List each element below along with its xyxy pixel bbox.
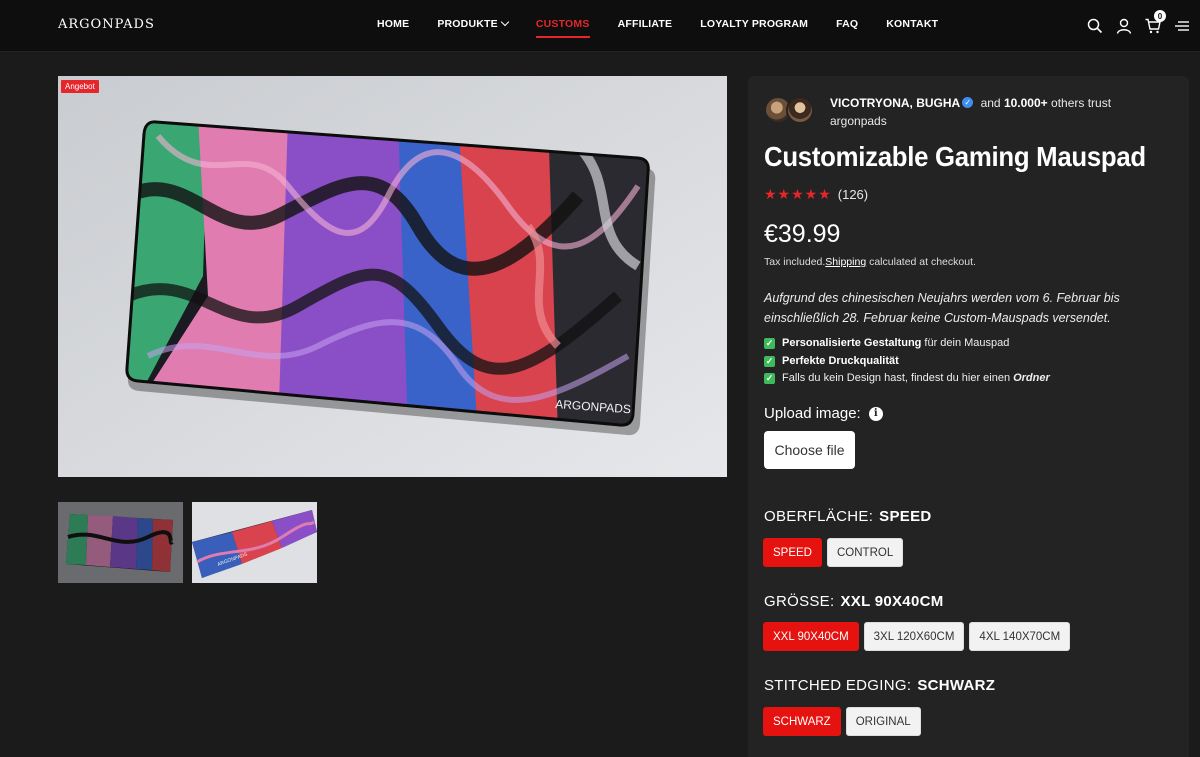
edging-selected-value: SCHWARZ — [917, 677, 996, 694]
option-control[interactable]: CONTROL — [827, 538, 904, 567]
shipping-notice: Aufgrund des chinesischen Neujahrs werde… — [764, 291, 1120, 325]
feature-text: Falls du kein Design hast, findest du hi… — [782, 372, 1011, 384]
nav-affiliate-label: AFFILIATE — [617, 18, 673, 30]
nav-customs-label: CUSTOMS — [535, 18, 590, 30]
nav-produkte[interactable]: PRODUKTE — [437, 17, 510, 30]
trust-block: VICOTRYONA, BUGHA ✓ and 10.000+ others tr… — [764, 94, 1164, 130]
product-main-image[interactable]: ARGONPADS — [58, 76, 727, 477]
option-original[interactable]: ORIGINAL — [845, 707, 921, 736]
ordner-link[interactable]: Ordner — [1013, 370, 1050, 388]
option-3xl[interactable]: 3XL 120X60CM — [863, 622, 965, 651]
product-title: Customizable Gaming Mauspad — [764, 141, 1146, 172]
option-schwarz[interactable]: SCHWARZ — [763, 707, 841, 736]
edging-option-label: STITCHED EDGING: SCHWARZ — [764, 677, 995, 694]
option-xxl[interactable]: XXL 90X40CM — [763, 622, 859, 651]
thumbnail-1[interactable] — [58, 502, 183, 583]
review-count: (126) — [837, 187, 869, 202]
info-icon[interactable]: i — [868, 406, 883, 421]
cart-icon[interactable]: 0 — [1145, 10, 1166, 34]
thumbnail-2[interactable]: ARGONPADS — [192, 502, 317, 583]
cart-count-badge: 0 — [1154, 10, 1166, 22]
tax-suffix: calculated at checkout. — [869, 256, 976, 268]
edging-label-text: STITCHED EDGING: — [764, 677, 912, 694]
surface-option-label: OBERFLÄCHE: SPEED — [764, 508, 932, 525]
trust-names: VICOTRYONA, BUGHA — [830, 96, 961, 110]
chevron-down-icon — [500, 17, 510, 27]
feature-text: für dein Mauspad — [924, 337, 1010, 349]
feature-item: ✓ Perfekte Druckqualität — [764, 353, 1050, 371]
nav-customs[interactable]: CUSTOMS — [535, 18, 590, 38]
feature-item: ✓ Personalisierte Gestaltung für dein Ma… — [764, 335, 1050, 353]
account-icon[interactable] — [1116, 18, 1132, 34]
sale-badge: Angebot — [61, 80, 99, 93]
feature-bold: Perfekte Druckqualität — [782, 354, 899, 367]
surface-label-text: OBERFLÄCHE: — [764, 508, 874, 525]
tax-note: Tax included.Shipping calculated at chec… — [764, 256, 976, 268]
site-header: ARGONPADS HOME PRODUKTE CUSTOMS AFFILIAT… — [0, 0, 1200, 52]
nav-affiliate[interactable]: AFFILIATE — [618, 18, 673, 30]
star-rating-icon: ★★★★★ — [764, 186, 832, 202]
nav-kontakt[interactable]: KONTAKT — [886, 18, 938, 30]
surface-options: SPEED CONTROL — [763, 538, 904, 567]
size-option-label: GRÖSSE: XXL 90X40CM — [764, 593, 944, 610]
size-label-text: GRÖSSE: — [764, 593, 835, 610]
header-icons: 0 — [1087, 10, 1190, 34]
brand-logo[interactable]: ARGONPADS — [58, 17, 155, 32]
verified-check-icon: ✓ — [962, 97, 974, 109]
size-options: XXL 90X40CM 3XL 120X60CM 4XL 140X70CM — [763, 622, 1071, 651]
nav-produkte-label: PRODUKTE — [437, 18, 498, 30]
checkmark-icon: ✓ — [764, 338, 775, 350]
nav-home-label: HOME — [377, 18, 410, 30]
trust-and: and — [980, 96, 1001, 110]
nav-home[interactable]: HOME — [377, 18, 409, 30]
edging-options: SCHWARZ ORIGINAL — [763, 707, 921, 736]
feature-item: ✓ Falls du kein Design hast, findest du … — [764, 370, 1050, 388]
menu-icon[interactable] — [1174, 18, 1190, 34]
upload-image-label: Upload image: i — [764, 405, 883, 422]
tax-prefix: Tax included. — [764, 256, 826, 268]
nav-faq[interactable]: FAQ — [836, 18, 858, 30]
avatar — [786, 96, 814, 124]
size-selected-value: XXL 90X40CM — [840, 593, 944, 610]
nav-loyalty-label: LOYALTY PROGRAM — [700, 18, 809, 30]
nav-faq-label: FAQ — [836, 18, 859, 30]
main-nav: HOME PRODUKTE CUSTOMS AFFILIATE LOYALTY … — [377, 17, 938, 38]
choose-file-button[interactable]: Choose file — [764, 431, 855, 469]
trust-count: 10.000+ — [1003, 96, 1048, 110]
avatar-group — [764, 94, 824, 126]
checkmark-icon: ✓ — [764, 355, 775, 367]
search-icon[interactable] — [1087, 18, 1103, 34]
trust-text: VICOTRYONA, BUGHA ✓ and 10.000+ others tr… — [830, 94, 1150, 130]
product-price: €39.99 — [764, 220, 841, 248]
product-rating[interactable]: ★★★★★ (126) — [764, 186, 868, 203]
nav-loyalty-program[interactable]: LOYALTY PROGRAM — [700, 18, 808, 30]
option-speed[interactable]: SPEED — [763, 538, 822, 567]
checkmark-icon: ✓ — [764, 373, 775, 385]
option-4xl[interactable]: 4XL 140X70CM — [969, 622, 1071, 651]
surface-selected-value: SPEED — [879, 508, 932, 525]
nav-kontakt-label: KONTAKT — [886, 18, 939, 30]
upload-label-text: Upload image: — [764, 405, 861, 422]
feature-list: ✓ Personalisierte Gestaltung für dein Ma… — [764, 335, 1050, 388]
shipping-link[interactable]: Shipping — [825, 256, 866, 268]
feature-bold: Personalisierte Gestaltung — [782, 337, 922, 349]
